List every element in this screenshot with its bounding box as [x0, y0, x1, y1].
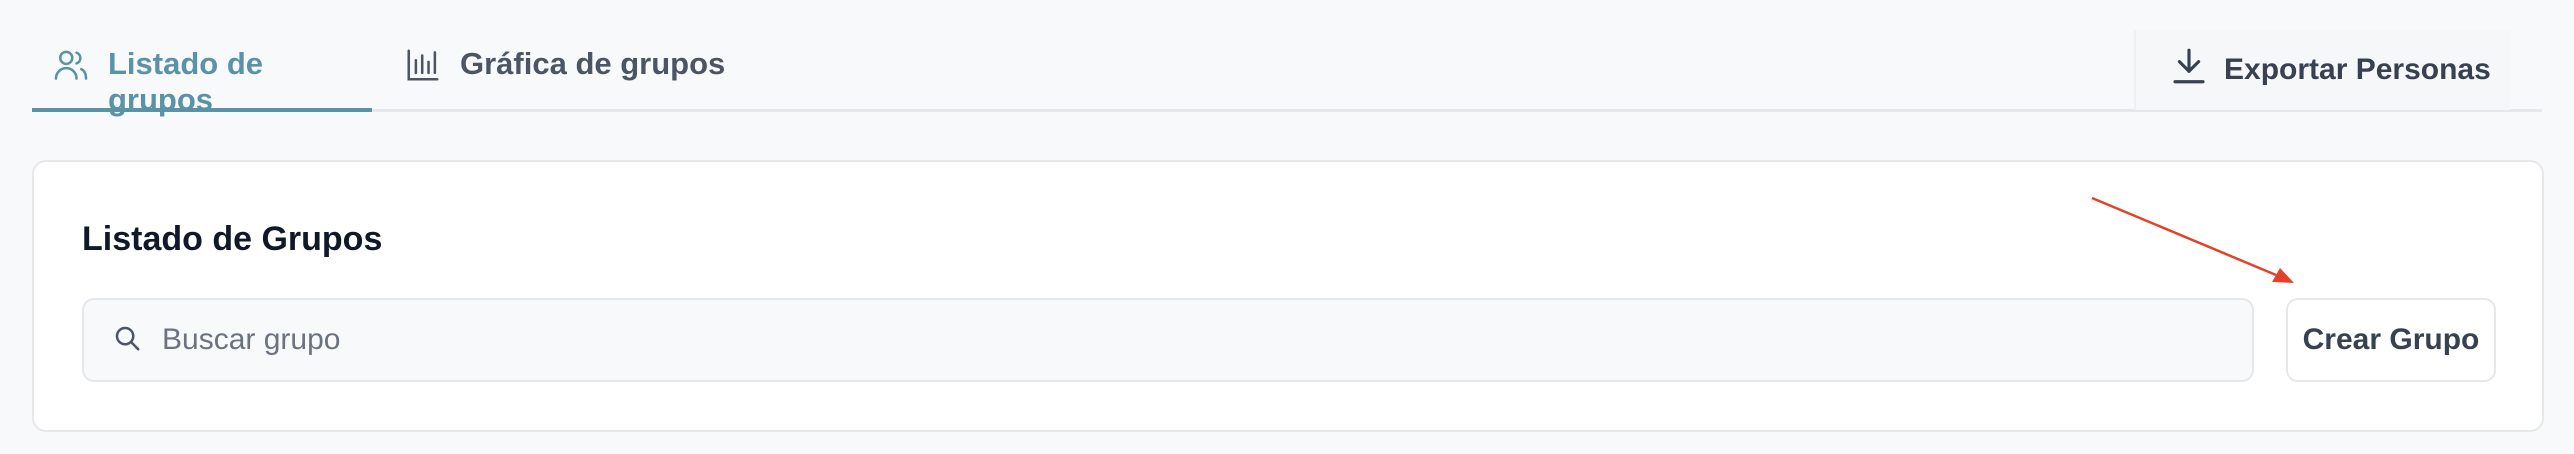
tab-bar: Listado de grupos Gráfica de grupos Expo… [32, 0, 2542, 117]
export-label: Exportar Personas [2224, 53, 2491, 86]
search-box [82, 298, 2254, 382]
crear-grupo-button[interactable]: Crear Grupo [2286, 298, 2496, 382]
card-title: Listado de Grupos [82, 220, 383, 258]
users-icon [52, 46, 90, 84]
tab-listado-grupos[interactable]: Listado de grupos [32, 36, 372, 117]
search-icon [112, 323, 142, 358]
bar-chart-icon [404, 46, 442, 84]
tab-grafica-grupos[interactable]: Gráfica de grupos [384, 36, 754, 112]
annotation-arrow [2091, 196, 2294, 283]
tab-label: Gráfica de grupos [460, 46, 726, 81]
download-icon [2168, 45, 2210, 95]
search-input[interactable] [160, 309, 2164, 371]
export-personas-button[interactable]: Exportar Personas [2134, 30, 2510, 110]
tab-label: Listado de grupos [108, 46, 264, 117]
